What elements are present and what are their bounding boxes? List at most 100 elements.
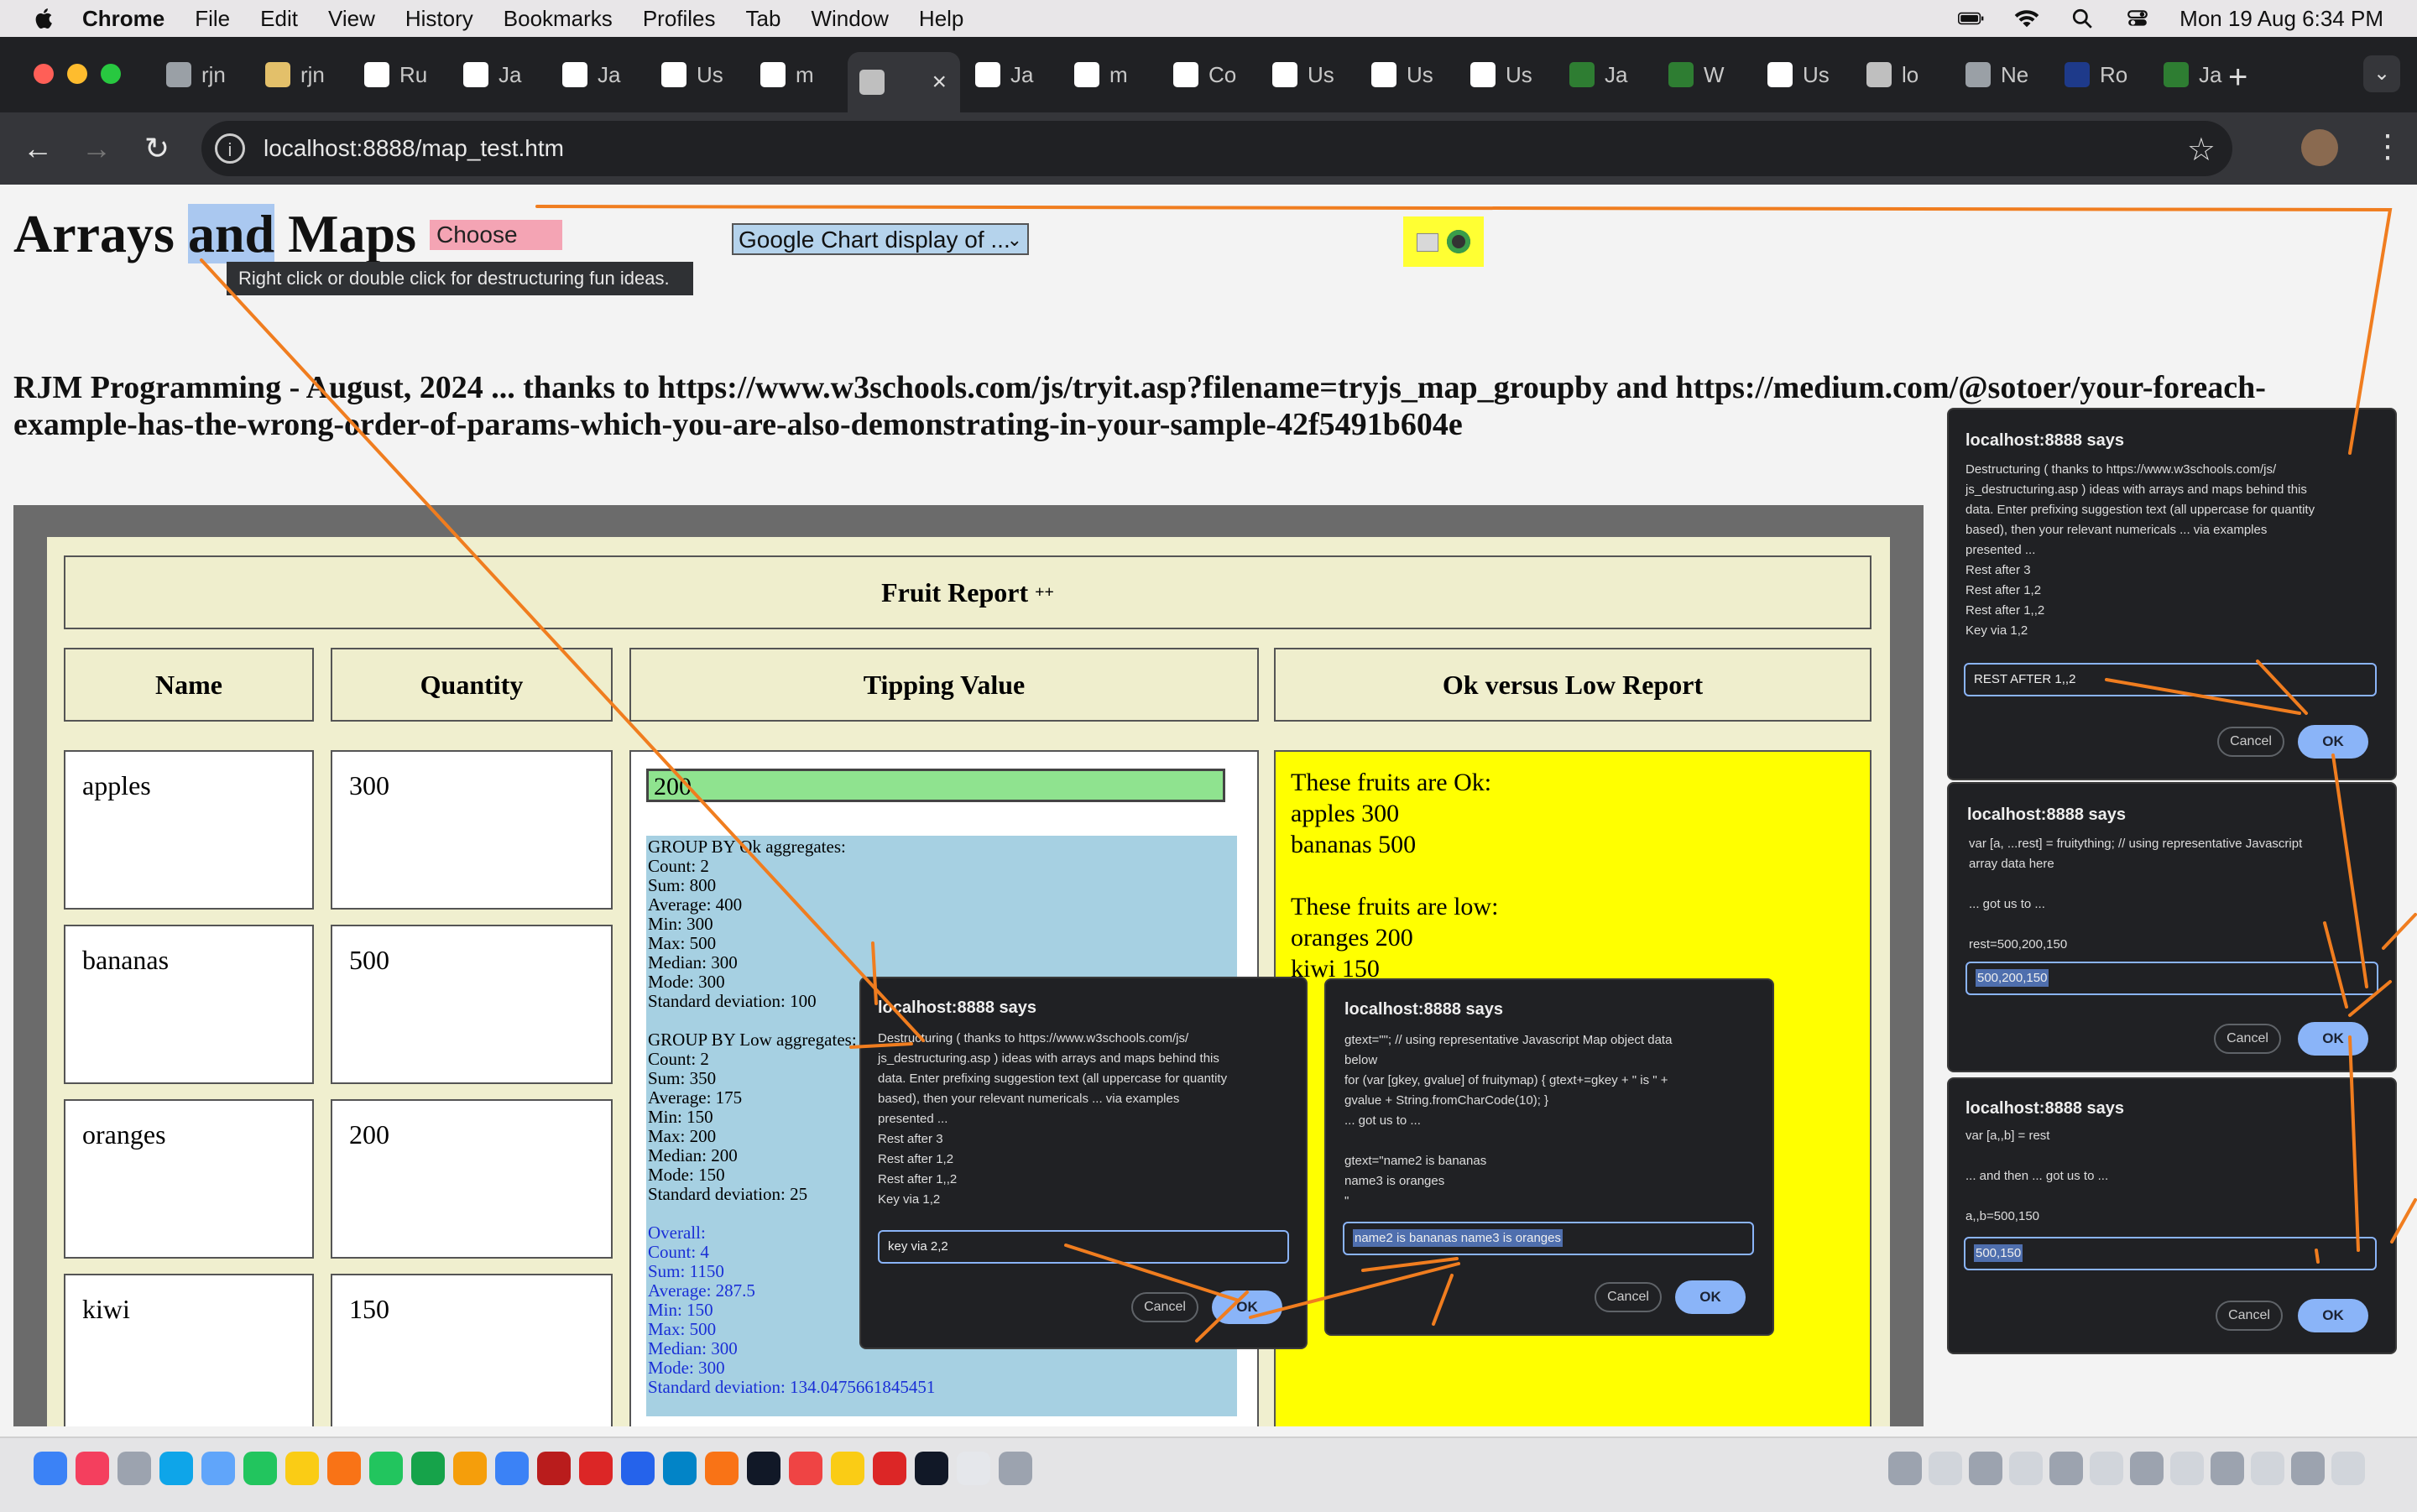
dialog-ok-button[interactable]: OK bbox=[2298, 725, 2368, 759]
row-name-bananas[interactable]: bananas bbox=[64, 925, 314, 1084]
dock-minimized-window-icon[interactable] bbox=[2049, 1452, 2083, 1485]
apple-logo-icon[interactable] bbox=[32, 6, 57, 31]
mail-icon[interactable] bbox=[201, 1452, 235, 1485]
back-arrow-icon[interactable]: ← bbox=[17, 128, 59, 169]
window-minimize-button[interactable] bbox=[67, 64, 87, 84]
browser-tab[interactable]: Ne bbox=[1954, 52, 2048, 97]
browser-tab[interactable]: m bbox=[1062, 52, 1156, 97]
row-quantity-oranges[interactable]: 200 bbox=[331, 1099, 613, 1259]
dock-minimized-window-icon[interactable] bbox=[2211, 1452, 2244, 1485]
row-name-apples[interactable]: apples bbox=[64, 750, 314, 910]
browser-tab[interactable]: rjn bbox=[253, 52, 347, 97]
browser-tab[interactable]: Ja bbox=[452, 52, 546, 97]
dialog-input[interactable]: key via 2,2 bbox=[878, 1230, 1289, 1264]
filezilla-icon[interactable] bbox=[537, 1452, 571, 1485]
menu-app-name[interactable]: Chrome bbox=[82, 6, 164, 32]
menu-view[interactable]: View bbox=[328, 6, 375, 32]
browser-tab[interactable]: Us bbox=[1360, 52, 1454, 97]
control-center-icon[interactable] bbox=[2124, 8, 2151, 29]
tipping-value-input[interactable]: 200 bbox=[646, 769, 1225, 802]
kebab-menu-icon[interactable]: ⋮ bbox=[2372, 126, 2404, 168]
bookmark-star-icon[interactable]: ☆ bbox=[2187, 131, 2216, 169]
messages-icon[interactable] bbox=[243, 1452, 277, 1485]
row-name-oranges[interactable]: oranges bbox=[64, 1099, 314, 1259]
opera-icon[interactable] bbox=[873, 1452, 906, 1485]
browser-tab[interactable]: Co bbox=[1162, 52, 1255, 97]
profile-avatar[interactable] bbox=[2301, 129, 2338, 166]
tab-close-icon[interactable]: × bbox=[932, 68, 947, 96]
browser-tab[interactable]: lo bbox=[1855, 52, 1949, 97]
address-bar[interactable]: i localhost:8888/map_test.htm ☆ bbox=[201, 121, 2232, 176]
dialog-input[interactable]: 500,150 bbox=[1964, 1237, 2377, 1270]
reload-icon[interactable]: ↻ bbox=[136, 128, 178, 169]
new-tab-button[interactable]: + bbox=[2228, 60, 2247, 94]
dialog-cancel-button[interactable]: Cancel bbox=[2214, 1024, 2281, 1054]
image-thumbnail-icon[interactable] bbox=[1417, 233, 1438, 252]
browser-tab[interactable]: rjn bbox=[154, 52, 248, 97]
dialog-cancel-button[interactable]: Cancel bbox=[1595, 1282, 1662, 1312]
row-quantity-kiwi[interactable]: 150 bbox=[331, 1274, 613, 1426]
zoom-icon[interactable] bbox=[621, 1452, 655, 1485]
chrome-icon[interactable] bbox=[831, 1452, 864, 1485]
appletv-icon[interactable] bbox=[747, 1452, 780, 1485]
dock-minimized-window-icon[interactable] bbox=[2170, 1452, 2204, 1485]
dock-minimized-window-icon[interactable] bbox=[2291, 1452, 2325, 1485]
row-name-kiwi[interactable]: kiwi bbox=[64, 1274, 314, 1426]
window-zoom-button[interactable] bbox=[101, 64, 121, 84]
launchpad-icon[interactable] bbox=[117, 1452, 151, 1485]
dock-minimized-window-icon[interactable] bbox=[1969, 1452, 2002, 1485]
dock-minimized-window-icon[interactable] bbox=[1888, 1452, 1922, 1485]
browser-tab[interactable]: Ja bbox=[551, 52, 645, 97]
chart-display-select[interactable]: Google Chart display of ... ⌄ bbox=[732, 223, 1029, 255]
calendar-icon[interactable] bbox=[789, 1452, 822, 1485]
menu-tab[interactable]: Tab bbox=[746, 6, 781, 32]
dialog-ok-button[interactable]: OK bbox=[2298, 1299, 2368, 1332]
battery-icon[interactable] bbox=[1958, 8, 1985, 29]
dialog-ok-button[interactable]: OK bbox=[1212, 1290, 1282, 1324]
dialog-input[interactable]: name2 is bananas name3 is oranges bbox=[1343, 1222, 1754, 1255]
pages-icon[interactable] bbox=[453, 1452, 487, 1485]
menu-file[interactable]: File bbox=[195, 6, 230, 32]
browser-tab[interactable]: m bbox=[749, 52, 843, 97]
dialog-input[interactable]: REST AFTER 1,,2 bbox=[1964, 663, 2377, 696]
menu-history[interactable]: History bbox=[405, 6, 473, 32]
page-title[interactable]: Arrays and Maps bbox=[13, 203, 416, 265]
menubar-clock[interactable]: Mon 19 Aug 6:34 PM bbox=[2179, 6, 2383, 32]
browser-tab[interactable]: Ru bbox=[352, 52, 446, 97]
forward-arrow-icon[interactable]: → bbox=[76, 128, 117, 169]
browser-tab[interactable]: Us bbox=[650, 52, 744, 97]
dock-minimized-window-icon[interactable] bbox=[2331, 1452, 2365, 1485]
wifi-icon[interactable] bbox=[2013, 8, 2040, 29]
menu-help[interactable]: Help bbox=[919, 6, 963, 32]
notes-icon[interactable] bbox=[285, 1452, 319, 1485]
browser-tab[interactable]: W bbox=[1657, 52, 1751, 97]
appstore-icon[interactable] bbox=[495, 1452, 529, 1485]
browser-tab[interactable]: × bbox=[848, 52, 960, 112]
dialog-ok-button[interactable]: OK bbox=[2298, 1022, 2368, 1056]
xcode-icon[interactable] bbox=[663, 1452, 697, 1485]
dialog-input[interactable]: 500,200,150 bbox=[1965, 962, 2378, 995]
dock-minimized-window-icon[interactable] bbox=[2090, 1452, 2123, 1485]
acrobat-icon[interactable] bbox=[579, 1452, 613, 1485]
dock-minimized-window-icon[interactable] bbox=[2009, 1452, 2043, 1485]
photos-icon[interactable] bbox=[327, 1452, 361, 1485]
dialog-cancel-button[interactable]: Cancel bbox=[1131, 1292, 1198, 1322]
window-close-button[interactable] bbox=[34, 64, 54, 84]
menu-window[interactable]: Window bbox=[811, 6, 888, 32]
site-info-icon[interactable]: i bbox=[215, 133, 245, 164]
spotlight-search-icon[interactable] bbox=[2069, 8, 2096, 29]
trash-icon[interactable] bbox=[999, 1452, 1032, 1485]
dock-minimized-window-icon[interactable] bbox=[2130, 1452, 2164, 1485]
dock-minimized-window-icon[interactable] bbox=[1929, 1452, 1962, 1485]
menu-bookmarks[interactable]: Bookmarks bbox=[504, 6, 613, 32]
numbers-icon[interactable] bbox=[411, 1452, 445, 1485]
browser-tab[interactable]: Us bbox=[1261, 52, 1355, 97]
textedit-icon[interactable] bbox=[957, 1452, 990, 1485]
choose-files-button[interactable]: Choose files bbox=[430, 220, 562, 250]
browser-tab[interactable]: Ja bbox=[1558, 52, 1652, 97]
terminal-icon[interactable] bbox=[915, 1452, 948, 1485]
music-icon[interactable] bbox=[76, 1452, 109, 1485]
firefox-icon[interactable] bbox=[705, 1452, 739, 1485]
dialog-cancel-button[interactable]: Cancel bbox=[2216, 1301, 2283, 1331]
database-icon[interactable] bbox=[1447, 230, 1470, 253]
